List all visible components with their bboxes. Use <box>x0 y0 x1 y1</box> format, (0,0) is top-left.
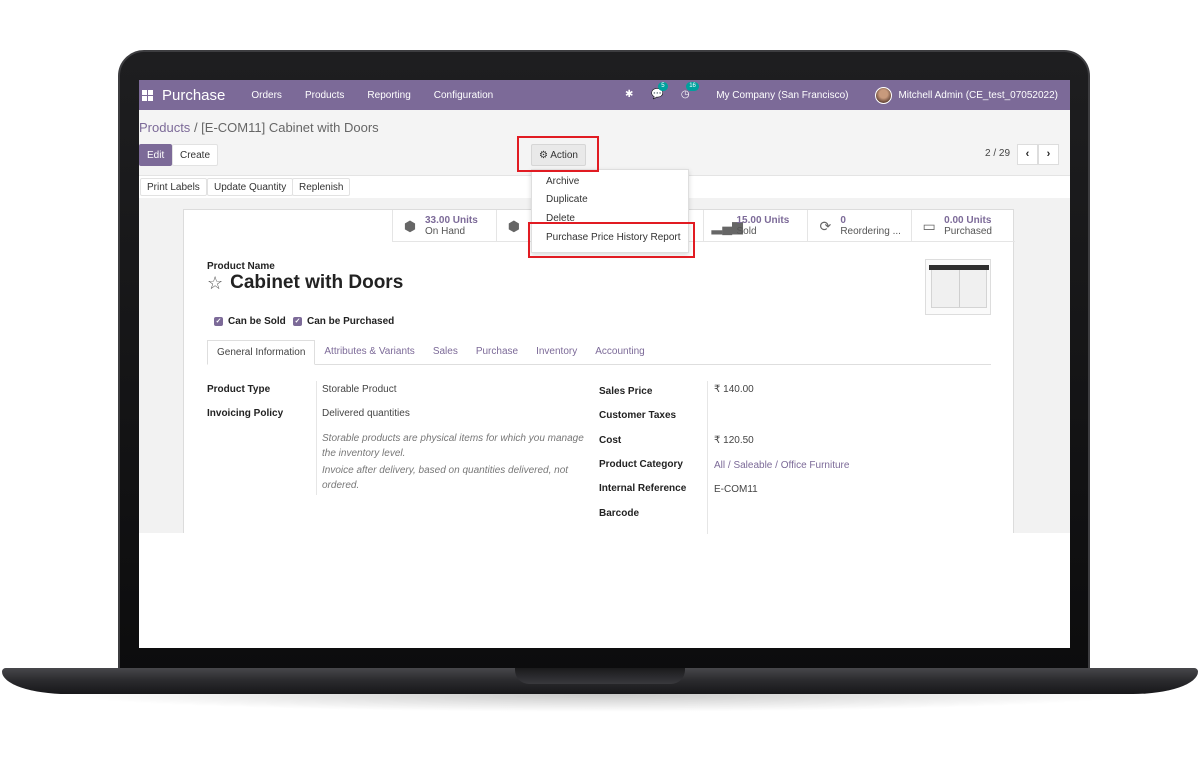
product-image[interactable] <box>925 259 991 315</box>
update-quantity-button[interactable]: Update Quantity <box>207 178 294 196</box>
company-switcher[interactable]: My Company (San Francisco) <box>716 90 848 101</box>
on-hand-value: 33.00 Units <box>425 214 478 226</box>
avatar[interactable] <box>875 86 893 104</box>
pager-previous-button[interactable]: ‹ <box>1017 144 1038 165</box>
menu-products[interactable]: Products <box>305 90 344 101</box>
refresh-icon: ⟳ <box>819 218 832 234</box>
sales-price-label: Sales Price <box>599 386 653 397</box>
smart-buttons: ⬢ 33.00 Units On Hand ⬢ ▂▄▆ 15.00 Units … <box>392 210 1015 242</box>
barcode-label: Barcode <box>599 508 640 519</box>
breadcrumb-products-link[interactable]: Products <box>139 120 190 135</box>
tab-inventory[interactable]: Inventory <box>527 340 586 365</box>
breadcrumb: Products / [E-COM11] Cabinet with Doors <box>139 120 379 135</box>
can-be-purchased-label: Can be Purchased <box>307 316 395 327</box>
can-be-sold-label: Can be Sold <box>228 316 286 327</box>
internal-reference-label: Internal Reference <box>599 483 687 494</box>
cost-label: Cost <box>599 435 622 446</box>
product-title: ☆ Cabinet with Doors <box>207 272 403 294</box>
cubes-icon: ⬢ <box>507 218 520 234</box>
highlight-box-action <box>517 136 599 172</box>
invoicing-policy-label: Invoicing Policy <box>207 408 284 419</box>
tab-sales[interactable]: Sales <box>424 340 467 365</box>
on-hand-label: On Hand <box>425 225 466 237</box>
laptop-notch <box>515 668 685 684</box>
help-line: the inventory level. <box>322 448 406 459</box>
credit-card-icon: ▭ <box>922 218 936 234</box>
menu-reporting[interactable]: Reporting <box>367 90 410 101</box>
create-button[interactable]: Create <box>172 144 219 166</box>
signal-icon: ▂▄▆ <box>711 218 743 234</box>
navbar-systray: ✱ 💬 5 ◷ 16 My Company (San Francisco) Mitc… <box>622 80 1058 110</box>
activity-badge: 16 <box>686 82 699 91</box>
tab-attributes-variants[interactable]: Attributes & Variants <box>315 340 423 365</box>
product-type-field[interactable]: Storable Product <box>322 384 397 395</box>
pager-value[interactable]: 2 / 29 <box>985 148 1010 159</box>
smart-button-purchased[interactable]: ▭ 0.00 Units Purchased <box>911 210 1015 242</box>
pager-next-button[interactable]: › <box>1038 144 1059 165</box>
tab-accounting[interactable]: Accounting <box>586 340 653 365</box>
help-line: ordered. <box>322 480 360 491</box>
menu-orders[interactable]: Orders <box>251 90 282 101</box>
chat-badge: 5 <box>658 82 668 91</box>
reordering-label: Reordering ... <box>840 225 901 237</box>
smart-button-reordering[interactable]: ⟳ 0 Reordering ... <box>807 210 911 242</box>
smart-button-on-hand[interactable]: ⬢ 33.00 Units On Hand <box>392 210 496 242</box>
purchased-label: Purchased <box>944 225 992 237</box>
menu-configuration[interactable]: Configuration <box>434 90 493 101</box>
sold-value: 15.00 Units <box>736 214 790 226</box>
chat-icon[interactable]: 💬 5 <box>650 82 668 102</box>
app-screen: Purchase Orders Products Reporting Confi… <box>139 80 1070 648</box>
product-category-label: Product Category <box>599 459 683 470</box>
cubes-icon: ⬢ <box>403 218 417 234</box>
help-line: Invoice after delivery, based on quantit… <box>322 465 569 476</box>
reordering-value: 0 <box>840 214 846 226</box>
sold-label: Sold <box>736 225 757 237</box>
invoicing-policy-field[interactable]: Delivered quantities <box>322 408 410 419</box>
product-type-help: Storable products are physical items for… <box>322 431 584 461</box>
checkbox-checked-icon: ✓ <box>214 317 223 326</box>
app-name[interactable]: Purchase <box>162 87 225 104</box>
checkbox-checked-icon: ✓ <box>293 317 302 326</box>
tab-general-information[interactable]: General Information <box>207 340 316 365</box>
tab-purchase[interactable]: Purchase <box>467 340 527 365</box>
product-category-link[interactable]: All / Saleable / Office Furniture <box>714 460 849 471</box>
left-field-separator <box>316 381 317 495</box>
purchased-value: 0.00 Units <box>944 214 992 226</box>
product-name[interactable]: Cabinet with Doors <box>230 272 403 294</box>
cabinet-door-split <box>959 270 960 307</box>
print-labels-button[interactable]: Print Labels <box>140 178 207 196</box>
smart-button-sold[interactable]: ▂▄▆ 15.00 Units Sold <box>703 210 807 242</box>
apps-menu-icon[interactable] <box>142 89 153 101</box>
sales-price-field[interactable]: ₹ 140.00 <box>714 384 754 395</box>
top-navbar: Purchase Orders Products Reporting Confi… <box>139 80 1070 110</box>
cost-field[interactable]: ₹ 120.50 <box>714 435 754 446</box>
can-be-purchased-checkbox[interactable]: ✓ Can be Purchased <box>293 316 394 327</box>
breadcrumb-current: [E-COM11] Cabinet with Doors <box>201 120 379 135</box>
customer-taxes-label: Customer Taxes <box>599 410 677 421</box>
highlight-box-report <box>528 222 695 258</box>
activity-icon[interactable]: ◷ 16 <box>678 82 699 102</box>
edit-button[interactable]: Edit <box>139 144 173 166</box>
internal-reference-field[interactable]: E-COM11 <box>714 484 758 495</box>
user-menu[interactable]: Mitchell Admin (CE_test_07052022) <box>898 90 1058 101</box>
help-line: Storable products are physical items for… <box>322 433 584 444</box>
replenish-button[interactable]: Replenish <box>292 178 351 196</box>
star-icon[interactable]: ☆ <box>207 273 223 294</box>
bug-icon[interactable]: ✱ <box>622 88 636 102</box>
action-archive[interactable]: Archive <box>546 176 579 187</box>
laptop-shadow <box>60 694 1140 712</box>
right-field-separator <box>707 381 708 534</box>
action-duplicate[interactable]: Duplicate <box>546 194 588 205</box>
notebook-tabs: General Information Attributes & Variant… <box>207 340 991 365</box>
product-name-label: Product Name <box>207 261 275 272</box>
product-type-label: Product Type <box>207 384 271 395</box>
invoicing-policy-help: Invoice after delivery, based on quantit… <box>322 463 568 493</box>
can-be-sold-checkbox[interactable]: ✓ Can be Sold <box>214 316 286 327</box>
